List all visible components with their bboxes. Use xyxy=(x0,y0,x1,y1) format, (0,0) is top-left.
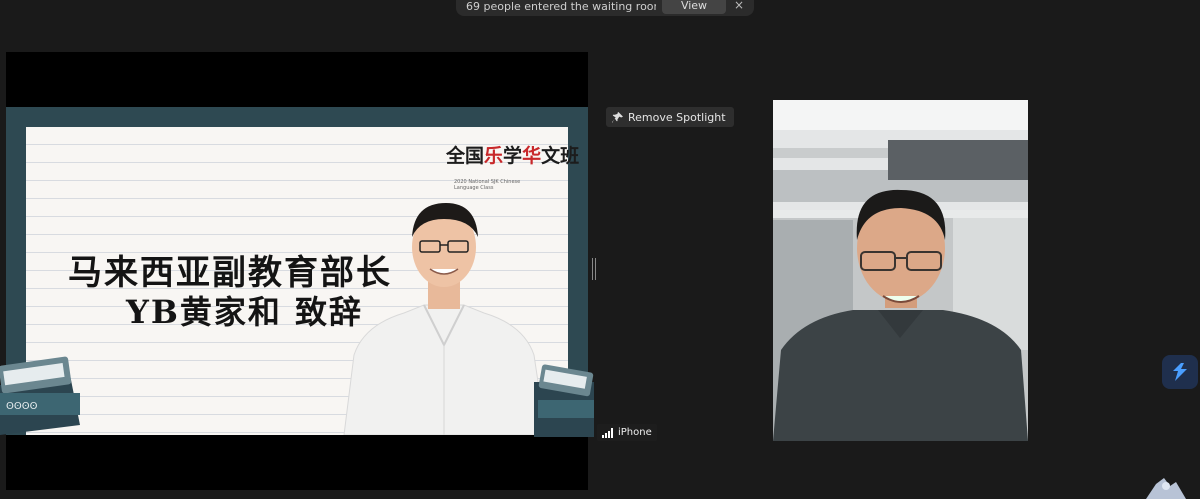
books-illustration-left: ʘʘʘʘ xyxy=(0,356,80,435)
books-illustration-right xyxy=(534,364,594,437)
split-view-divider-handle[interactable] xyxy=(592,258,596,280)
remove-spotlight-button[interactable]: Remove Spotlight xyxy=(606,107,734,127)
participant-name: iPhone xyxy=(618,427,652,438)
waiting-room-text: 69 people entered the waiting room xyxy=(466,0,656,13)
app-logo-icon xyxy=(1173,363,1187,381)
view-waiting-room-button[interactable]: View xyxy=(662,0,726,14)
participant-video xyxy=(773,100,1028,441)
close-notification-icon[interactable]: × xyxy=(734,0,744,12)
signal-bars-icon xyxy=(602,427,613,438)
participant-name-tag: iPhone xyxy=(597,424,657,441)
waiting-room-notification: 69 people entered the waiting room View … xyxy=(456,0,754,16)
pin-icon xyxy=(612,111,623,123)
corner-mascot-icon xyxy=(1146,478,1186,499)
svg-text:ʘʘʘʘ: ʘʘʘʘ xyxy=(6,401,38,412)
shared-screen-tile: 全国乐学华文班 2020 National SJK Chinese Langua… xyxy=(0,52,594,490)
remove-spotlight-label: Remove Spotlight xyxy=(628,110,726,124)
side-app-icon[interactable] xyxy=(1162,355,1198,389)
presentation-slide: 全国乐学华文班 2020 National SJK Chinese Langua… xyxy=(0,107,594,437)
logo-title: 全国乐学华文班 xyxy=(446,145,580,167)
speaker-photo xyxy=(343,203,547,435)
